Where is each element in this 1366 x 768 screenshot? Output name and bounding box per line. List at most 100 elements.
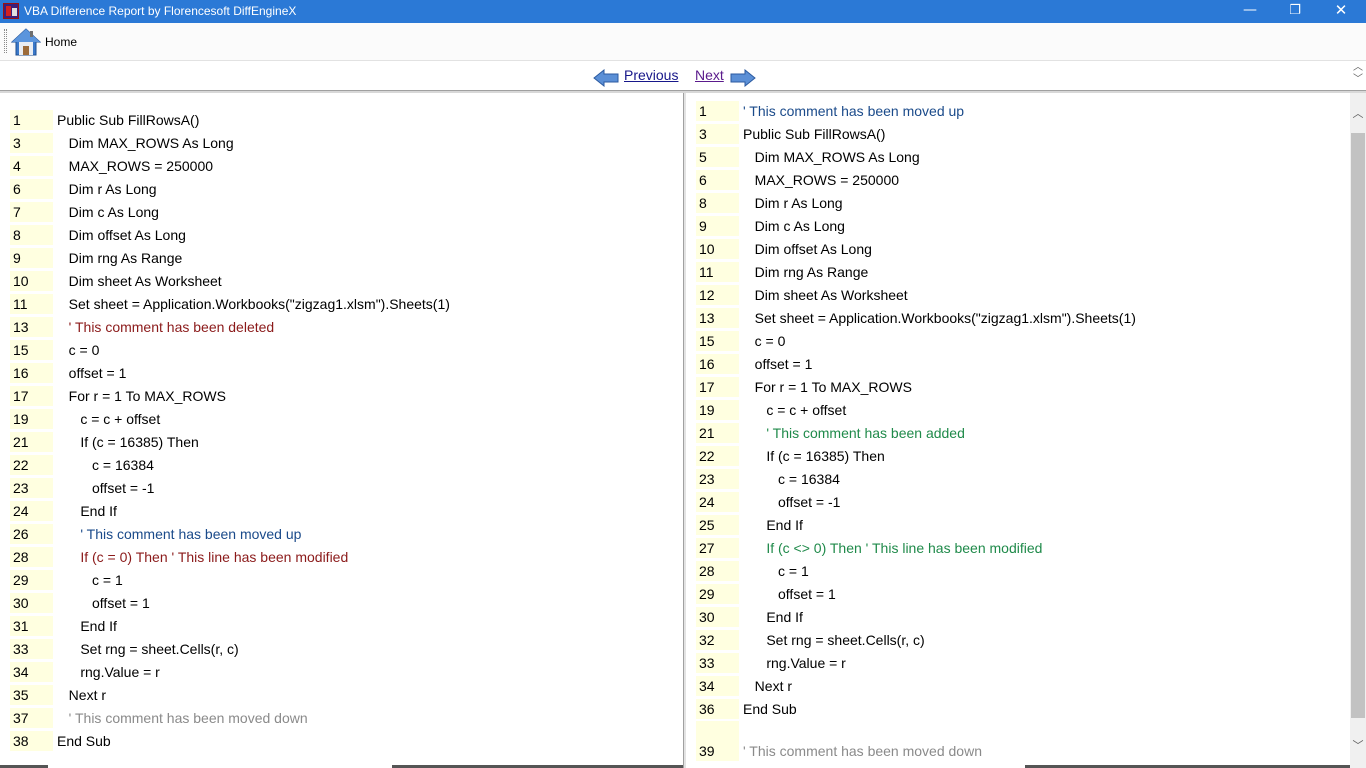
code-text: If (c = 0) Then ' This line has been mod… [57, 549, 349, 565]
code-text: End Sub [743, 701, 797, 717]
home-button[interactable]: Home [10, 25, 78, 59]
scroll-down-icon[interactable]: ﹀ [1350, 737, 1366, 754]
line-number: 22 [696, 446, 739, 466]
code-line: 22 c = 16384 [10, 455, 670, 475]
line-number: 9 [10, 248, 53, 268]
line-number: 15 [696, 331, 739, 351]
modified-code-pane[interactable]: 1 ' This comment has been moved up 3 Public… [686, 93, 1350, 768]
code-text: offset = 1 [743, 356, 813, 372]
line-number: 21 [10, 432, 53, 452]
maximize-button[interactable]: ❐ [1272, 0, 1318, 23]
line-number: 17 [696, 377, 739, 397]
code-line: 38 End Sub [10, 731, 670, 751]
code-line: 1 Public Sub FillRowsA() [10, 110, 670, 130]
code-text: offset = -1 [57, 480, 155, 496]
line-number: 1 [696, 101, 739, 121]
code-line: 13 Set sheet = Application.Workbooks("zi… [696, 308, 1350, 328]
line-number: 17 [10, 386, 53, 406]
line-number: 16 [10, 363, 53, 383]
code-line: 17 For r = 1 To MAX_ROWS [10, 386, 670, 406]
code-line: 7 Dim c As Long [10, 202, 670, 222]
home-label: Home [45, 35, 78, 49]
code-text: For r = 1 To MAX_ROWS [57, 388, 226, 404]
code-line: 30 End If [696, 607, 1350, 627]
code-line: 23 c = 16384 [696, 469, 1350, 489]
code-line: 36 End Sub [696, 699, 1350, 719]
code-line: 33 Set rng = sheet.Cells(r, c) [10, 639, 670, 659]
line-number: 6 [10, 179, 53, 199]
toolbar-grip[interactable] [4, 29, 7, 53]
line-number: 11 [696, 262, 739, 282]
code-line: 29 offset = 1 [696, 584, 1350, 604]
code-line: 15 c = 0 [696, 331, 1350, 351]
code-text: Set rng = sheet.Cells(r, c) [57, 641, 239, 657]
code-line: 10 Dim offset As Long [696, 239, 1350, 259]
scroll-up-icon[interactable]: ︿ [1350, 105, 1366, 122]
chevron-down-icon[interactable]: ﹀ [1350, 74, 1366, 86]
chevron-up-icon[interactable]: ︿ [1350, 62, 1366, 74]
code-text: Dim offset As Long [743, 241, 872, 257]
scrollbar-thumb[interactable] [1351, 133, 1365, 718]
code-text: rng.Value = r [743, 655, 846, 671]
next-arrow-icon[interactable] [730, 69, 756, 87]
code-line: 10 Dim sheet As Worksheet [10, 271, 670, 291]
code-text: MAX_ROWS = 250000 [743, 172, 900, 188]
code-line: 9 Dim rng As Range [10, 248, 670, 268]
code-line: 21 ' This comment has been added [696, 423, 1350, 443]
code-line: 17 For r = 1 To MAX_ROWS [696, 377, 1350, 397]
line-number: 31 [10, 616, 53, 636]
code-text: End If [743, 517, 803, 533]
line-number: 22 [10, 455, 53, 475]
previous-link[interactable]: Previous [624, 67, 678, 83]
code-text: Dim sheet As Worksheet [57, 273, 222, 289]
line-number: 7 [10, 202, 53, 222]
code-text: ' This comment has been moved down [743, 743, 982, 759]
code-line: 25 End If [696, 515, 1350, 535]
code-text: ' This comment has been moved down [57, 710, 308, 726]
code-line [696, 721, 1350, 741]
code-text: c = 0 [743, 333, 786, 349]
code-line: 32 Set rng = sheet.Cells(r, c) [696, 630, 1350, 650]
code-text: c = c + offset [743, 402, 847, 418]
title-bar: VBA Difference Report by Florencesoft Di… [0, 0, 1366, 23]
code-text: MAX_ROWS = 250000 [57, 158, 214, 174]
code-line: 8 Dim r As Long [696, 193, 1350, 213]
line-number: 15 [10, 340, 53, 360]
original-code-pane[interactable]: 1 Public Sub FillRowsA() 3 Dim MAX_ROWS As… [0, 93, 683, 768]
code-line: 22 If (c = 16385) Then [696, 446, 1350, 466]
code-line: 21 If (c = 16385) Then [10, 432, 670, 452]
code-line: 4 MAX_ROWS = 250000 [10, 156, 670, 176]
code-line: 26 ' This comment has been moved up [10, 524, 670, 544]
nav-scroll-arrows[interactable]: ︿ ﹀ [1350, 62, 1366, 90]
code-text: Dim r As Long [743, 195, 843, 211]
diff-navigation: Previous Next [0, 62, 1366, 90]
code-line: 16 offset = 1 [10, 363, 670, 383]
code-text: Dim sheet As Worksheet [743, 287, 908, 303]
code-line: 11 Set sheet = Application.Workbooks("zi… [10, 294, 670, 314]
close-button[interactable]: ✕ [1318, 0, 1364, 23]
next-link[interactable]: Next [695, 67, 724, 83]
code-line: 6 MAX_ROWS = 250000 [696, 170, 1350, 190]
line-number: 32 [696, 630, 739, 650]
previous-arrow-icon[interactable] [593, 69, 619, 87]
code-line: 35 Next r [10, 685, 670, 705]
line-number: 10 [696, 239, 739, 259]
code-text: c = 1 [743, 563, 809, 579]
line-number: 9 [696, 216, 739, 236]
code-text: c = 16384 [57, 457, 154, 473]
vertical-scrollbar[interactable]: ︿ ﹀ [1350, 93, 1366, 768]
code-text: Dim rng As Range [743, 264, 869, 280]
line-number: 30 [696, 607, 739, 627]
line-number: 16 [696, 354, 739, 374]
line-number: 33 [696, 653, 739, 673]
line-number: 38 [10, 731, 53, 751]
code-line: 1 ' This comment has been moved up [696, 101, 1350, 121]
minimize-button[interactable]: — [1227, 0, 1273, 23]
code-line: 3 Public Sub FillRowsA() [696, 124, 1350, 144]
line-number: 29 [696, 584, 739, 604]
line-number: 25 [696, 515, 739, 535]
code-text: offset = 1 [57, 365, 127, 381]
code-text: Set rng = sheet.Cells(r, c) [743, 632, 925, 648]
line-number [696, 721, 739, 741]
code-text: c = 1 [57, 572, 123, 588]
